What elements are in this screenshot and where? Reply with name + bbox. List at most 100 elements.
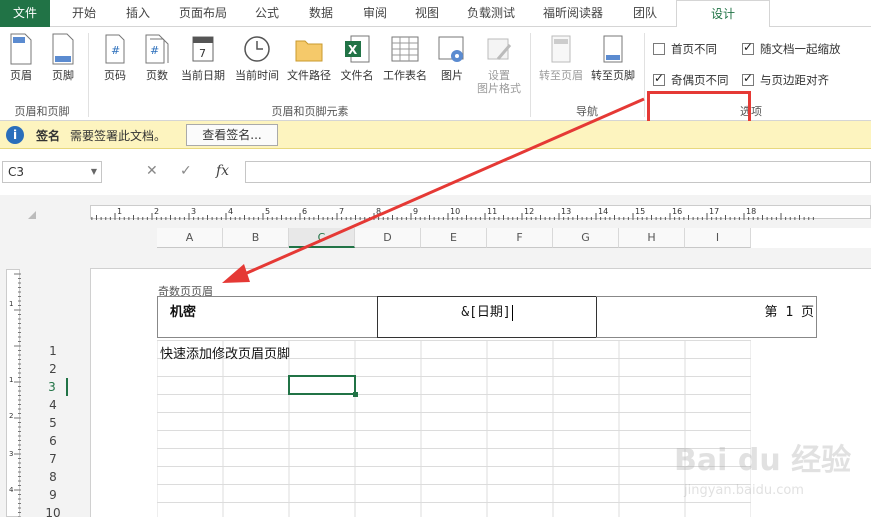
column-header-f[interactable]: F xyxy=(487,228,553,248)
current-date-button[interactable]: 7 当前日期 xyxy=(178,33,228,82)
separator xyxy=(644,33,645,117)
tab-foxit-reader[interactable]: 福昕阅读器 xyxy=(532,0,614,27)
clock-icon xyxy=(244,36,270,62)
baidu-jingyan-logo: Bai du 经验 jingyan.baidu.com xyxy=(674,443,851,498)
enter-icon[interactable]: ✓ xyxy=(180,163,192,179)
row-header-4[interactable]: 4 xyxy=(38,396,68,414)
group-label-elements: 页眉和页脚元素 xyxy=(271,105,349,118)
row-header-10[interactable]: 10 xyxy=(38,504,68,517)
vertical-ruler-numbers: 1 1 2 3 4 xyxy=(9,300,14,494)
tab-formulas[interactable]: 公式 xyxy=(244,0,290,27)
column-header-a[interactable]: A xyxy=(157,228,223,248)
tab-view[interactable]: 视图 xyxy=(404,0,450,27)
file-path-button[interactable]: 文件路径 xyxy=(284,33,334,82)
formula-input[interactable] xyxy=(245,161,871,183)
current-time-button[interactable]: 当前时间 xyxy=(232,33,282,82)
cell-grid[interactable] xyxy=(157,340,751,517)
header-right-section[interactable]: 第 1 页 xyxy=(596,296,817,338)
footer-button[interactable]: 页脚 xyxy=(48,33,78,82)
tab-insert[interactable]: 插入 xyxy=(112,0,164,27)
vertical-ruler-number: 3 xyxy=(9,450,13,458)
name-box[interactable]: C3 ▼ xyxy=(2,161,102,183)
sheet-name-button[interactable]: 工作表名 xyxy=(380,33,430,82)
ruler-number: 10 xyxy=(450,207,460,216)
row-header-5[interactable]: 5 xyxy=(38,414,68,432)
row-header-9[interactable]: 9 xyxy=(38,486,68,504)
message-title: 签名 xyxy=(36,129,61,143)
ribbon-design: 页眉 页脚 页眉和页脚 # 页码 # 页数 7 当前日期 当前时间 文件路径 X… xyxy=(0,27,871,125)
ruler-number: 11 xyxy=(487,207,497,216)
ruler-number: 1 xyxy=(117,207,122,216)
header-left-section[interactable]: 机密 xyxy=(157,296,378,338)
page-number-button[interactable]: # 页码 xyxy=(98,33,132,82)
ruler-number: 16 xyxy=(672,207,682,216)
separator xyxy=(530,33,531,117)
go-to-footer-button[interactable]: 转至页脚 xyxy=(588,33,638,82)
column-header-d[interactable]: D xyxy=(355,228,421,248)
scale-with-document-checkbox[interactable]: 随文档一起缩放 xyxy=(742,40,841,57)
ruler-number: 9 xyxy=(413,207,418,216)
insert-function-icon[interactable]: fx xyxy=(216,163,229,179)
ruler-number: 12 xyxy=(524,207,534,216)
first-page-different-checkbox[interactable]: 首页不同 xyxy=(653,41,717,57)
column-header-i[interactable]: I xyxy=(685,228,751,248)
odd-even-different-checkbox[interactable]: 奇偶页不同 xyxy=(653,71,729,88)
column-header-e[interactable]: E xyxy=(421,228,487,248)
align-with-margins-checkbox[interactable]: 与页边距对齐 xyxy=(742,71,829,88)
cancel-icon[interactable]: ✕ xyxy=(146,163,158,179)
vertical-ruler-ticks xyxy=(14,273,21,517)
ruler-numbers: 1 2 3 4 5 6 7 8 9 10 11 12 13 14 15 16 17 18 xyxy=(117,207,756,216)
checkbox-box[interactable] xyxy=(653,43,665,55)
column-header-h[interactable]: H xyxy=(619,228,685,248)
selected-cell-c3[interactable] xyxy=(288,375,358,397)
row-header-8[interactable]: 8 xyxy=(38,468,68,486)
file-name-button[interactable]: X 文件名 xyxy=(338,33,376,82)
vertical-ruler-number: 4 xyxy=(9,486,14,494)
tab-design[interactable]: 设计 xyxy=(676,0,770,28)
row-header-3[interactable]: 3 xyxy=(38,378,68,396)
highlight-box xyxy=(647,91,751,125)
column-header-c[interactable]: C xyxy=(289,228,355,248)
chevron-down-icon[interactable]: ▼ xyxy=(91,162,97,182)
excel-file-icon: X xyxy=(345,35,370,63)
tab-load-test[interactable]: 负载测试 xyxy=(458,0,524,27)
header-button[interactable]: 页眉 xyxy=(6,33,36,82)
checkbox-box[interactable] xyxy=(653,71,665,86)
ruler-number: 7 xyxy=(339,207,344,216)
page-number-icon: # xyxy=(105,34,125,64)
format-picture-button[interactable]: 设置 图片格式 xyxy=(474,33,524,95)
tab-data[interactable]: 数据 xyxy=(298,0,344,27)
cell-a1[interactable]: 快速添加修改页眉页脚 xyxy=(160,343,290,362)
checkbox-box[interactable] xyxy=(742,40,754,55)
tab-review[interactable]: 审阅 xyxy=(352,0,398,27)
vertical-ruler-number: 2 xyxy=(9,412,13,420)
row-header-1[interactable]: 1 xyxy=(38,342,68,360)
ruler-number: 6 xyxy=(302,207,307,216)
row-header-7[interactable]: 7 xyxy=(38,450,68,468)
tab-page-layout[interactable]: 页面布局 xyxy=(170,0,236,27)
format-picture-icon xyxy=(487,38,512,60)
checkbox-box[interactable] xyxy=(742,71,754,86)
folder-icon xyxy=(295,40,323,62)
picture-button[interactable]: 图片 xyxy=(436,33,468,82)
header-center-section[interactable]: &[日期] xyxy=(377,296,597,338)
tab-file[interactable]: 文件 xyxy=(0,0,50,27)
row-header-6[interactable]: 6 xyxy=(38,432,68,450)
tab-home[interactable]: 开始 xyxy=(58,0,110,27)
go-to-footer-icon xyxy=(603,35,623,63)
ruler-number: 15 xyxy=(635,207,645,216)
go-to-header-button[interactable]: 转至页眉 xyxy=(536,33,586,82)
view-signatures-button[interactable]: 查看签名... xyxy=(186,124,278,146)
ruler-number: 14 xyxy=(598,207,608,216)
picture-icon xyxy=(438,36,464,62)
column-header-g[interactable]: G xyxy=(553,228,619,248)
svg-text:7: 7 xyxy=(199,47,206,60)
select-all-corner[interactable] xyxy=(28,211,36,219)
column-header-b[interactable]: B xyxy=(223,228,289,248)
calendar-icon: 7 xyxy=(192,36,214,62)
tab-team[interactable]: 团队 xyxy=(620,0,670,27)
page-count-button[interactable]: # 页数 xyxy=(140,33,174,82)
svg-text:Bai du 经验: Bai du 经验 xyxy=(674,443,851,478)
row-header-2[interactable]: 2 xyxy=(38,360,68,378)
message-text: 需要签署此文档。 xyxy=(70,129,167,143)
